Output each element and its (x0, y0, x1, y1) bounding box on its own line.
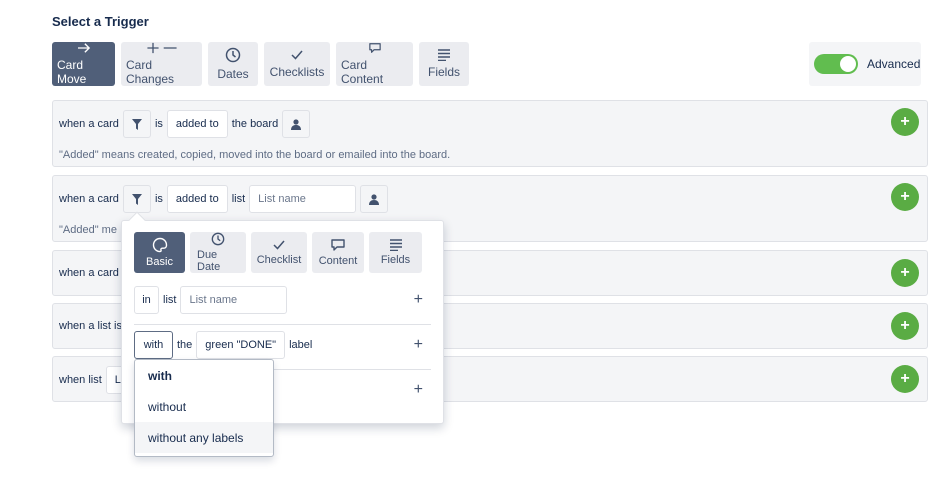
trigger-text: when a card (59, 267, 119, 279)
user-button[interactable] (282, 110, 311, 138)
option-without-any-labels[interactable]: without any labels (135, 422, 273, 453)
arrow-right-icon (77, 43, 90, 53)
add-trigger-button[interactable]: + (891, 312, 919, 340)
filter-row-label: with the green "DONE" label (134, 331, 316, 359)
tab-checklist[interactable]: Checklist (251, 232, 307, 273)
speech-bubble-icon (331, 239, 345, 251)
add-trigger-button[interactable]: + (891, 365, 919, 393)
in-select[interactable]: in (134, 286, 159, 314)
toggle-knob (840, 56, 856, 72)
tab-dates[interactable]: Dates (208, 42, 258, 86)
clock-icon (225, 47, 241, 63)
trigger-tabs: Card Move Card Changes Dates Checklists … (52, 42, 469, 86)
add-filter-button[interactable]: + (414, 336, 423, 354)
tab-label: Content (318, 255, 358, 267)
tab-due-date[interactable]: Due Date (190, 232, 246, 273)
filter-button[interactable] (122, 110, 151, 138)
action-select[interactable]: added to (166, 110, 228, 138)
tab-fields[interactable]: Fields (369, 232, 422, 273)
list-name-input[interactable]: List name (180, 286, 288, 314)
person-icon (291, 118, 302, 130)
label-select[interactable]: green "DONE" (196, 331, 286, 359)
tab-content[interactable]: Content (312, 232, 364, 273)
option-with[interactable]: with (135, 360, 273, 391)
tab-label: Checklist (256, 254, 302, 266)
trigger-text: is (154, 118, 163, 130)
trigger-text: when list (59, 374, 102, 386)
list-name-input[interactable]: List name (249, 185, 357, 213)
filter-icon (131, 193, 142, 205)
tab-label: Due Date (197, 249, 221, 273)
palette-icon (152, 237, 167, 253)
tab-label: Fields (427, 65, 460, 79)
add-trigger-button[interactable]: + (891, 183, 919, 211)
filter-tabs: Basic Due Date Checklist Content Fields (134, 232, 422, 273)
tab-fields[interactable]: Fields (419, 42, 469, 86)
tab-card-move[interactable]: Card Move (52, 42, 115, 86)
speech-bubble-icon (368, 43, 381, 53)
tab-label: Dates (217, 67, 249, 81)
person-icon (369, 193, 380, 205)
tab-label: Fields (380, 254, 411, 266)
list-lines-icon (438, 49, 450, 61)
trigger-text: when a card (59, 118, 119, 130)
divider (134, 324, 431, 325)
tab-label: Card Content (341, 58, 384, 86)
filter-text: list (163, 294, 177, 306)
trigger-row: when a list is (59, 320, 126, 332)
advanced-toggle[interactable] (814, 54, 858, 74)
trigger-row: when a card (59, 267, 123, 279)
filter-icon (131, 118, 142, 130)
checkmark-icon (291, 50, 303, 60)
list-lines-icon (389, 239, 402, 251)
plus-minus-icon (146, 42, 177, 54)
trigger-text: list (231, 193, 246, 205)
filter-text: label (289, 339, 313, 351)
trigger-row: when a card is added to list List name (59, 185, 392, 213)
clock-icon (211, 232, 225, 246)
filter-button[interactable] (122, 185, 151, 213)
trigger-note: "Added" me (59, 224, 117, 236)
tab-card-changes[interactable]: Card Changes (121, 42, 202, 86)
trigger-text: when a list is (59, 320, 122, 332)
tab-label: Card Move (57, 58, 87, 86)
with-dropdown-menu: with without without any labels (134, 359, 274, 457)
add-trigger-button[interactable]: + (891, 108, 919, 136)
advanced-label: Advanced (867, 57, 921, 71)
page-title: Select a Trigger (52, 14, 149, 29)
advanced-toggle-container: Advanced (809, 42, 921, 86)
trigger-note: "Added" means created, copied, moved int… (59, 149, 451, 161)
filter-text: the (177, 339, 193, 351)
tab-checklists[interactable]: Checklists (264, 42, 330, 86)
tab-card-content[interactable]: Card Content (336, 42, 413, 86)
trigger-row: when a card is added to the board (59, 110, 314, 138)
trigger-text: when a card (59, 193, 119, 205)
add-filter-button[interactable]: + (414, 381, 423, 399)
trigger-text: is (154, 193, 163, 205)
add-filter-button[interactable]: + (414, 291, 423, 309)
trigger-text: the board (231, 118, 279, 130)
with-select[interactable]: with (134, 331, 173, 359)
tab-label: Basic (146, 256, 173, 268)
tab-label: Checklists (269, 65, 325, 79)
tab-basic[interactable]: Basic (134, 232, 185, 273)
action-select[interactable]: added to (166, 185, 228, 213)
filter-row-list: in list List name (134, 286, 291, 314)
user-button[interactable] (360, 185, 389, 213)
add-trigger-button[interactable]: + (891, 259, 919, 287)
tab-label: Card Changes (126, 58, 175, 86)
option-without[interactable]: without (135, 391, 273, 422)
checkmark-icon (273, 240, 285, 250)
trigger-card: when a card is added to the board "Added… (52, 100, 928, 167)
